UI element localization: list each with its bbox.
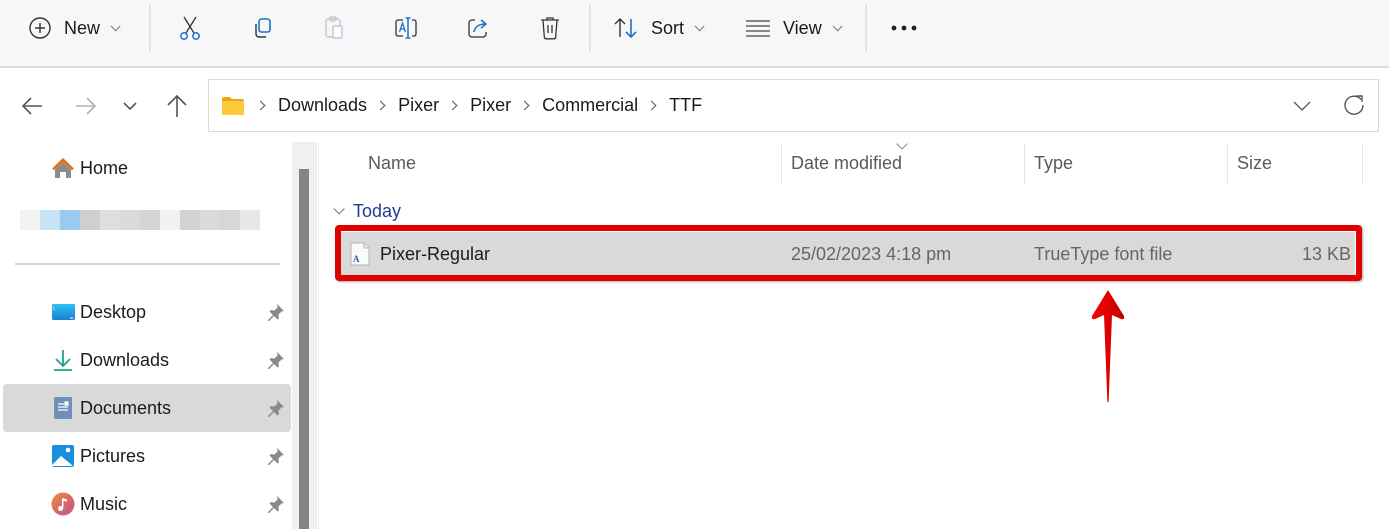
sidebar-item-label: Music (80, 493, 128, 514)
chevron-down-icon (832, 20, 843, 31)
more-options-button[interactable] (886, 8, 922, 48)
view-button[interactable]: View (745, 8, 843, 48)
breadcrumb-item[interactable]: Pixer (398, 95, 439, 116)
view-label: View (783, 17, 822, 38)
column-header-size[interactable]: Size (1237, 142, 1272, 184)
up-arrow-icon (167, 94, 187, 117)
pin-icon[interactable] (267, 447, 285, 465)
sidebar-item-label: Home (80, 157, 129, 178)
column-header-name[interactable]: Name (368, 142, 416, 184)
annotation-arrow-icon (1091, 290, 1125, 402)
pin-icon[interactable] (267, 303, 285, 321)
command-bar: New Sort View (0, 0, 1389, 68)
new-button[interactable]: New (28, 8, 121, 48)
column-divider[interactable] (781, 144, 782, 184)
column-divider[interactable] (1024, 144, 1025, 184)
sort-icon (614, 18, 637, 39)
address-dropdown-button[interactable] (1290, 94, 1314, 118)
chevron-right-icon (519, 100, 530, 111)
toolbar-divider (589, 4, 591, 52)
annotation-highlight-box (335, 225, 1362, 281)
chevron-down-icon (123, 102, 137, 111)
back-arrow-icon (21, 97, 42, 115)
cut-button[interactable] (172, 8, 208, 48)
chevron-down-icon (333, 203, 345, 215)
sidebar-divider (15, 263, 280, 265)
paste-button[interactable] (316, 8, 352, 48)
up-button[interactable] (161, 88, 193, 124)
chevron-down-icon (110, 20, 121, 31)
breadcrumb-item[interactable]: Commercial (542, 95, 638, 116)
refresh-button[interactable] (1342, 93, 1366, 117)
sidebar-item-label: Downloads (80, 349, 170, 370)
column-header-date-modified[interactable]: Date modified (791, 142, 902, 184)
column-header-type[interactable]: Type (1034, 142, 1073, 184)
sidebar-item-home[interactable]: Home (3, 144, 291, 192)
copy-button[interactable] (244, 8, 280, 48)
column-divider[interactable] (1227, 144, 1228, 184)
breadcrumb-item[interactable]: Downloads (278, 95, 367, 116)
scrollbar-thumb[interactable] (299, 169, 309, 529)
breadcrumb-item[interactable]: TTF (669, 95, 702, 116)
delete-icon (541, 17, 559, 40)
pane-divider (318, 142, 319, 529)
plus-circle-icon (29, 17, 51, 39)
folder-icon (222, 96, 244, 115)
delete-button[interactable] (532, 8, 568, 48)
rename-button[interactable] (388, 8, 424, 48)
view-icon (746, 20, 770, 37)
forward-button[interactable] (70, 88, 102, 124)
pin-icon[interactable] (267, 399, 285, 417)
sidebar-item-label: Pictures (80, 445, 146, 466)
toolbar-divider (149, 4, 151, 52)
share-icon (468, 19, 487, 38)
pin-icon[interactable] (267, 495, 285, 513)
new-label: New (64, 17, 101, 38)
group-header-today[interactable]: Today (333, 198, 401, 224)
sidebar-item-desktop[interactable]: Desktop (3, 288, 291, 336)
sidebar-item-pictures[interactable]: Pictures (3, 432, 291, 480)
chevron-right-icon (255, 100, 266, 111)
forward-arrow-icon (76, 97, 97, 115)
redacted-item (20, 210, 260, 230)
sidebar-item-music[interactable]: Music (3, 480, 291, 528)
sort-label: Sort (651, 17, 685, 38)
sidebar-item-downloads[interactable]: Downloads (3, 336, 291, 384)
back-button[interactable] (16, 88, 48, 124)
recent-locations-button[interactable] (114, 88, 146, 124)
pictures-icon (52, 445, 74, 467)
column-divider[interactable] (1362, 144, 1363, 184)
chevron-right-icon (375, 100, 386, 111)
cut-icon (180, 16, 200, 40)
home-icon (52, 158, 74, 178)
sort-button[interactable]: Sort (613, 8, 705, 48)
breadcrumb-item[interactable]: Pixer (470, 95, 511, 116)
chevron-down-icon (1293, 101, 1311, 111)
navigation-pane: Home Desktop Downloads Documents Picture… (0, 142, 292, 529)
toolbar-divider (865, 4, 867, 52)
group-label: Today (353, 200, 402, 221)
paste-icon (325, 16, 343, 39)
breadcrumb: Downloads Pixer Pixer Commercial TTF (221, 80, 702, 131)
refresh-icon (1344, 95, 1364, 115)
music-icon (51, 492, 75, 516)
rename-icon (395, 17, 417, 39)
sidebar-item-label: Documents (80, 397, 172, 418)
documents-icon (54, 397, 72, 419)
more-icon (891, 25, 917, 31)
copy-icon (255, 18, 271, 38)
desktop-icon (52, 304, 75, 320)
address-bar[interactable]: Downloads Pixer Pixer Commercial TTF (208, 79, 1379, 132)
sidebar-scrollbar[interactable] (292, 142, 317, 529)
pin-icon[interactable] (267, 351, 285, 369)
chevron-right-icon (447, 100, 458, 111)
share-button[interactable] (460, 8, 496, 48)
sidebar-item-label: Desktop (80, 301, 147, 322)
chevron-down-icon (694, 20, 705, 31)
download-icon (54, 350, 72, 371)
sidebar-item-documents[interactable]: Documents (3, 384, 291, 432)
chevron-right-icon (646, 100, 657, 111)
